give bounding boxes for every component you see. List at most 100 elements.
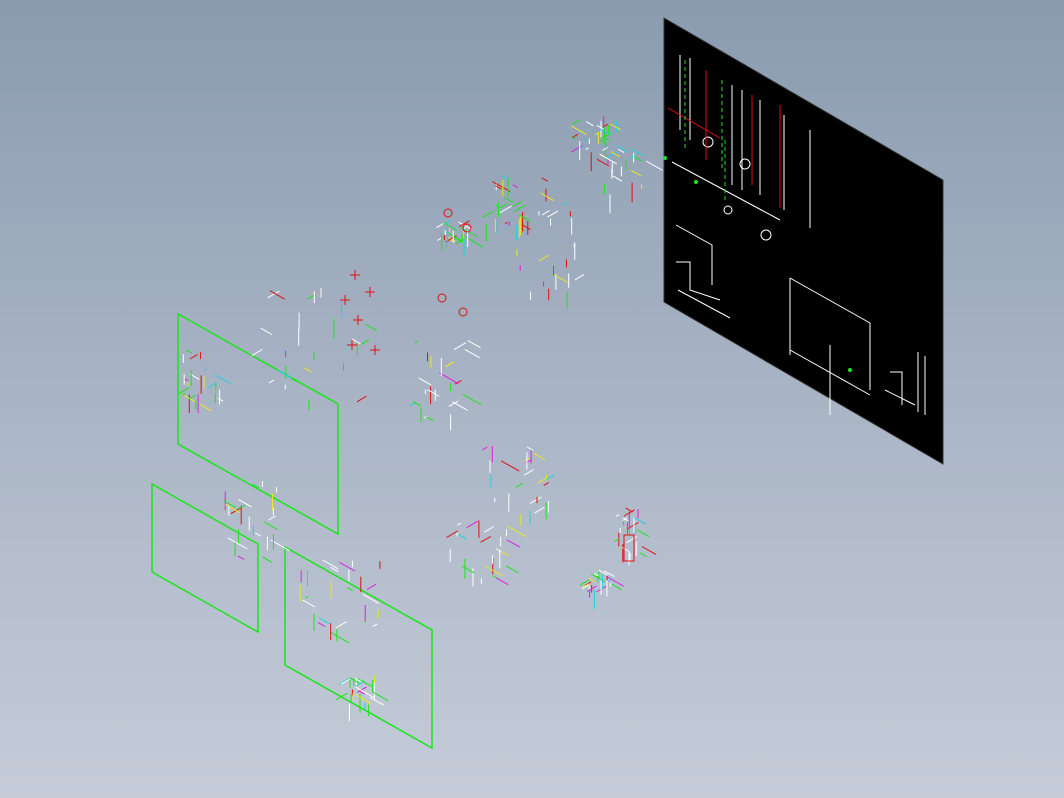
cad-line-fragment (480, 535, 491, 543)
cad-line-fragment (335, 621, 347, 629)
cad-line-fragment (571, 145, 583, 153)
cad-line-fragment (346, 587, 353, 592)
cad-line-fragment (633, 516, 646, 525)
cad-line-fragment (641, 546, 657, 556)
exploded-detail-clusters (177, 116, 663, 722)
cad-line-fragment (637, 529, 650, 538)
cad-line-fragment (355, 694, 372, 705)
cad-line-fragment (599, 128, 611, 136)
cad-line-fragment (427, 389, 440, 397)
cad-line-fragment (304, 595, 309, 599)
cad-line-fragment (526, 446, 534, 451)
cad-line-fragment (600, 139, 604, 142)
cad-line-fragment (500, 203, 509, 209)
cad-line-fragment (369, 696, 384, 706)
cad-line-fragment (504, 221, 508, 225)
cad-line-fragment (615, 514, 620, 517)
exploded-drawing-scene (151, 17, 944, 750)
cad-line-fragment (521, 224, 531, 231)
cad-line-fragment (184, 378, 189, 382)
cad-line-fragment (506, 539, 521, 548)
cad-line-fragment (446, 231, 464, 243)
cad-line-fragment (466, 520, 478, 529)
cad-line-fragment (596, 158, 610, 167)
cad-line-fragment (177, 387, 190, 395)
black-drawing-sheet (663, 17, 944, 465)
cad-line-fragment (264, 521, 279, 531)
cad-line-fragment (426, 416, 434, 422)
cad-line-fragment (351, 338, 361, 345)
cad-line-fragment (317, 621, 326, 627)
cad-line-fragment (189, 354, 198, 360)
cad-line-fragment (238, 498, 252, 508)
cad-line-fragment (630, 169, 642, 177)
cad-line-fragment (482, 210, 494, 219)
cad-line-fragment (357, 686, 367, 693)
cad-line-fragment (251, 349, 263, 357)
cad-line-fragment (538, 254, 549, 262)
cad-line-fragment (529, 496, 542, 504)
cad-line-fragment (364, 323, 378, 332)
cad-line-fragment (495, 204, 501, 209)
cad-line-fragment (496, 577, 509, 586)
cad-line-fragment (492, 181, 511, 192)
cad-line-fragment (604, 137, 610, 141)
cad-line-fragment (612, 175, 623, 182)
cad-hole-mark (458, 307, 468, 317)
cad-line-fragment (467, 340, 481, 349)
cad-line-fragment (446, 530, 459, 538)
cad-line-fragment (606, 576, 624, 587)
cad-line-fragment (357, 677, 373, 688)
cad-line-fragment (504, 196, 514, 203)
cad-line-fragment (609, 123, 622, 131)
cad-line-fragment (541, 177, 548, 182)
cad-line-fragment (446, 361, 454, 367)
cad-line-fragment (501, 551, 509, 557)
cad-line-fragment (268, 379, 275, 384)
cad-line-fragment (462, 393, 482, 406)
cad-line-fragment (276, 369, 292, 379)
cad-line-fragment (505, 565, 519, 574)
cad-line-fragment (482, 446, 488, 451)
cad-line-fragment (268, 515, 276, 521)
cad-line-fragment (639, 552, 648, 558)
cad-line-fragment (262, 556, 273, 563)
cad-line-fragment (237, 555, 245, 560)
cad-line-fragment (356, 395, 367, 403)
cad-line-fragment (458, 534, 468, 540)
cad-line-fragment (442, 222, 458, 231)
cad-line-fragment (629, 147, 644, 157)
cad-line-fragment (622, 547, 630, 552)
green-frame-large (177, 312, 339, 536)
cad-line-fragment (372, 623, 378, 628)
cad-line-fragment (483, 526, 495, 533)
cad-line-fragment (543, 482, 549, 486)
cad-line-fragment (574, 274, 585, 281)
cad-line-fragment (340, 678, 351, 685)
cad-line-fragment (547, 210, 559, 218)
cad-line-fragment (186, 349, 193, 354)
cad-line-fragment (303, 366, 312, 373)
cad-line-fragment (603, 123, 609, 128)
cad-line-fragment (500, 460, 520, 472)
cad-line-fragment (439, 372, 459, 385)
cad-line-fragment (260, 327, 273, 335)
cad-line-fragment (360, 339, 370, 345)
cad-line-fragment (602, 146, 608, 151)
cad-line-fragment (414, 340, 418, 344)
cad-line-fragment (546, 474, 555, 481)
cad-line-fragment (338, 678, 350, 685)
cad-line-fragment (610, 151, 621, 158)
cad-line-fragment (418, 377, 432, 386)
cad-line-fragment (585, 147, 589, 151)
cad-line-fragment (584, 138, 589, 142)
cad-line-fragment (572, 133, 579, 138)
cad-line-fragment (512, 201, 522, 208)
cad-3d-viewport[interactable] (0, 0, 1064, 798)
cad-line-fragment (611, 583, 622, 591)
cad-line-fragment (318, 617, 330, 625)
cad-line-fragment (464, 348, 480, 359)
cad-line-fragment (537, 478, 546, 484)
cad-line-fragment (452, 401, 468, 411)
cad-line-fragment (366, 583, 377, 590)
